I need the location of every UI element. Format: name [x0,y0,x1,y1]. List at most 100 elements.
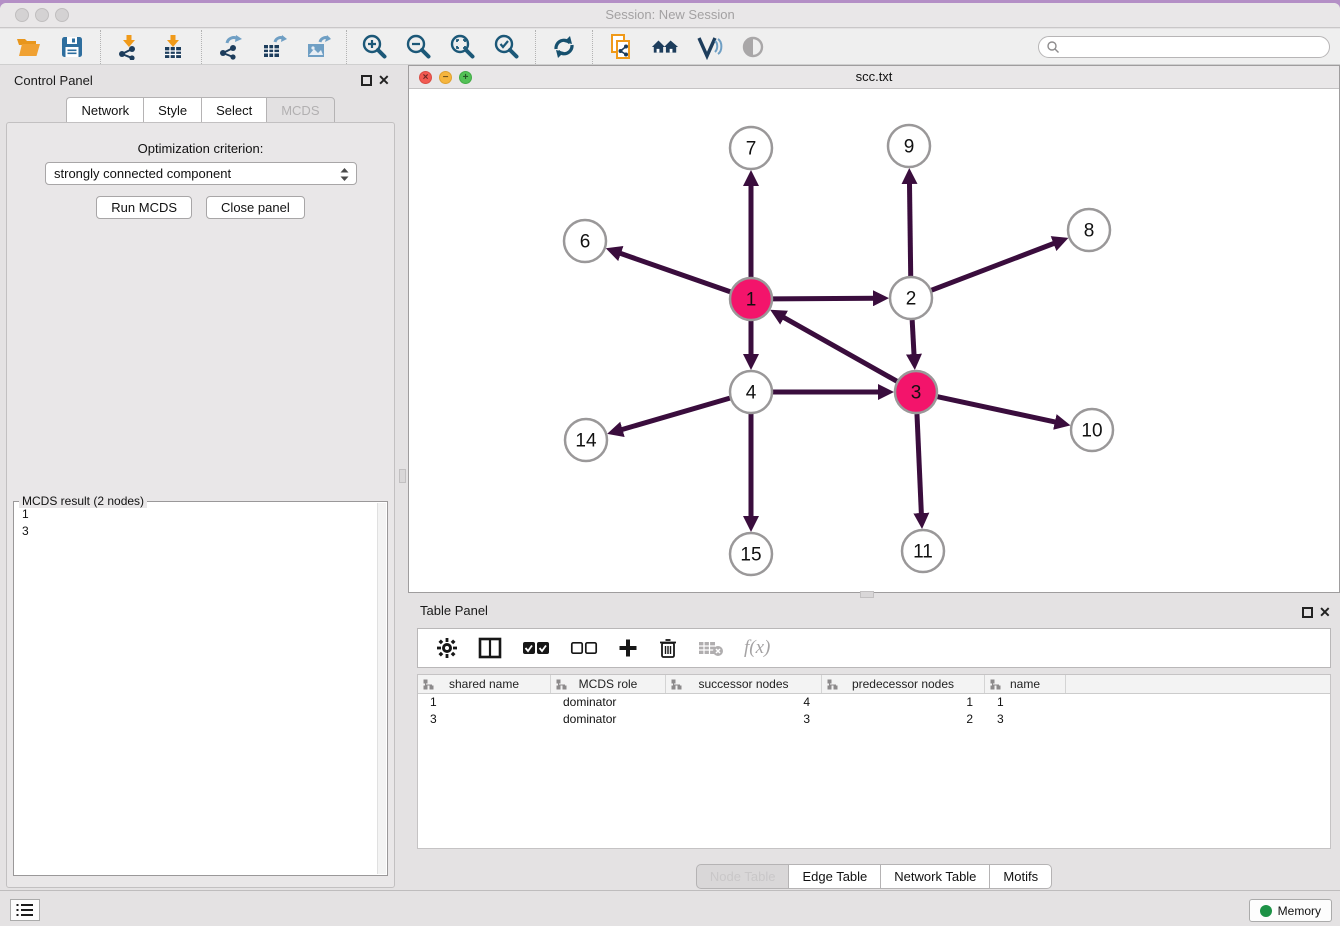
mcds-panel: Optimization criterion: strongly connect… [6,122,395,888]
graph-edge-1-6[interactable] [618,253,730,292]
run-mcds-button[interactable]: Run MCDS [96,196,192,219]
graph-edge-1-2[interactable] [773,298,876,299]
graph-edge-4-14[interactable] [620,398,730,430]
table-panel-float-icon[interactable] [1302,607,1313,618]
graph-node-15[interactable]: 15 [730,533,772,575]
create-column-icon[interactable] [618,636,638,660]
function-builder-icon[interactable]: f(x) [744,636,770,660]
tab-node-table[interactable]: Node Table [696,864,789,889]
network-canvas-svg[interactable]: 1 2 3 4 6 7 8 9 10 11 14 15 [409,90,1339,592]
column-header[interactable]: predecessor nodes [822,675,985,693]
table-cell: dominator [551,694,666,711]
graph-node-label: 7 [746,139,757,160]
table-settings-gear-icon[interactable] [436,636,458,660]
export-network-icon[interactable] [216,33,244,61]
memory-status-dot [1260,905,1272,917]
import-network-icon[interactable] [115,33,143,61]
control-panel-close-icon[interactable]: ✕ [378,72,390,89]
graph-node-8[interactable]: 8 [1068,209,1110,251]
table-panel: Table Panel ✕ f(x) [408,597,1340,893]
control-panel-title: Control Panel [14,73,93,88]
select-all-columns-icon[interactable] [522,636,550,660]
column-header[interactable]: shared name [418,675,551,693]
table-cell: 1 [985,694,1066,711]
column-header[interactable]: MCDS role [551,675,666,693]
graph-node-2[interactable]: 2 [890,277,932,319]
graph-node-7[interactable]: 7 [730,127,772,169]
graph-node-9[interactable]: 9 [888,125,930,167]
tab-edge-table[interactable]: Edge Table [788,864,880,889]
delete-table-icon[interactable] [698,636,724,660]
mcds-result-title: MCDS result (2 nodes) [19,494,147,508]
graph-node-14[interactable]: 14 [565,419,607,461]
tab-select[interactable]: Select [201,97,266,124]
tab-style[interactable]: Style [143,97,201,124]
graph-node-1[interactable]: 1 [730,278,772,320]
table-panel-title: Table Panel [420,603,488,618]
memory-button[interactable]: Memory [1249,899,1332,922]
criterion-dropdown[interactable]: strongly connected component [45,162,357,185]
criterion-value: strongly connected component [54,166,231,181]
column-header-label: shared name [449,677,519,691]
dropdown-stepper-icon [339,166,350,183]
zoom-fit-icon[interactable] [449,33,477,61]
search-box[interactable] [1038,36,1330,58]
node-table[interactable]: shared name MCDS rolesuccessor nodesprede… [417,674,1331,849]
column-tree-icon [423,679,434,690]
table-panel-close-icon[interactable]: ✕ [1319,604,1331,621]
graph-edge-2-9[interactable] [909,181,910,276]
graph-node-11[interactable]: 11 [902,530,944,572]
graph-node-label: 14 [575,431,597,452]
export-table-icon[interactable] [260,33,288,61]
network-view-window: × − + scc.txt 1 2 3 4 6 7 8 9 10 11 14 15 [408,65,1340,593]
tab-network-table[interactable]: Network Table [880,864,989,889]
grey-eye-icon[interactable] [739,33,767,61]
edge-layer [618,181,1058,519]
network-window-titlebar: × − + scc.txt [409,66,1339,89]
zoom-out-icon[interactable] [405,33,433,61]
column-header[interactable]: name [985,675,1066,693]
tab-motifs[interactable]: Motifs [989,864,1052,889]
graph-node-10[interactable]: 10 [1071,409,1113,451]
application-window: Session: New Session [0,3,1340,926]
zoom-in-icon[interactable] [361,33,389,61]
tab-network[interactable]: Network [66,97,143,124]
delete-column-trash-icon[interactable] [658,636,678,660]
export-image-icon[interactable] [304,33,332,61]
show-column-panel-icon[interactable] [478,636,502,660]
clone-network-icon[interactable] [607,33,635,61]
result-scrollbar[interactable] [377,503,386,874]
save-session-icon[interactable] [58,33,86,61]
import-table-icon[interactable] [159,33,187,61]
tab-mcds[interactable]: MCDS [266,97,334,124]
zoom-selected-icon[interactable] [493,33,521,61]
graph-edge-2-3[interactable] [912,320,914,357]
search-input[interactable] [1060,38,1329,56]
control-panel: Control Panel ✕ Network Style Select MCD… [0,65,401,893]
unselect-all-columns-icon[interactable] [570,636,598,660]
node-table-body: 1dominator4113dominator323 [418,694,1330,728]
apply-layout-icon[interactable] [550,33,578,61]
table-row[interactable]: 3dominator323 [418,711,1330,728]
home-icon[interactable] [651,33,679,61]
network-window-title: scc.txt [409,69,1339,84]
control-panel-float-icon[interactable] [361,75,372,86]
vertical-splitter-handle[interactable] [399,469,406,483]
task-history-button[interactable] [10,899,40,921]
graph-edge-3-10[interactable] [938,397,1058,423]
show-hide-graphics-icon[interactable] [695,33,723,61]
column-header[interactable]: successor nodes [666,675,822,693]
graph-node-label: 8 [1084,221,1095,242]
table-row[interactable]: 1dominator411 [418,694,1330,711]
graph-node-6[interactable]: 6 [564,220,606,262]
graph-node-label: 15 [740,545,761,566]
graph-node-label: 2 [906,289,917,310]
graph-node-label: 3 [911,383,922,404]
graph-node-4[interactable]: 4 [730,371,772,413]
graph-edge-3-1[interactable] [781,316,896,381]
graph-edge-2-8[interactable] [932,242,1057,290]
open-session-icon[interactable] [14,33,42,61]
close-panel-button[interactable]: Close panel [206,196,305,219]
graph-node-3[interactable]: 3 [895,371,937,413]
graph-edge-3-11[interactable] [917,414,921,516]
